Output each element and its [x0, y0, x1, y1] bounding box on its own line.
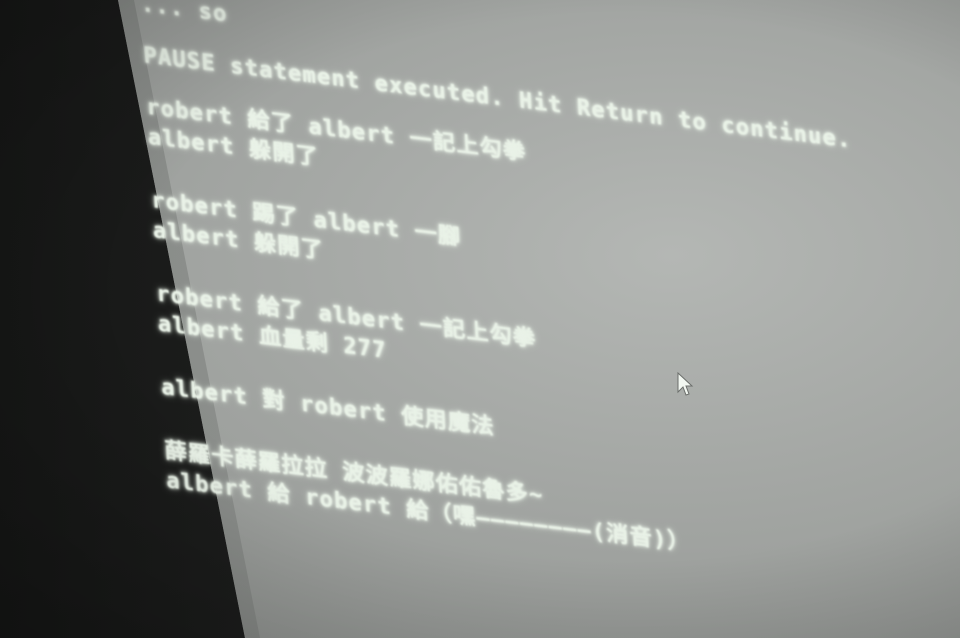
- mouse-pointer-icon: [677, 372, 694, 396]
- photo-stage: ... so PAUSE statement executed. Hit Ret…: [0, 0, 960, 638]
- console-window: ... so PAUSE statement executed. Hit Ret…: [140, 0, 938, 589]
